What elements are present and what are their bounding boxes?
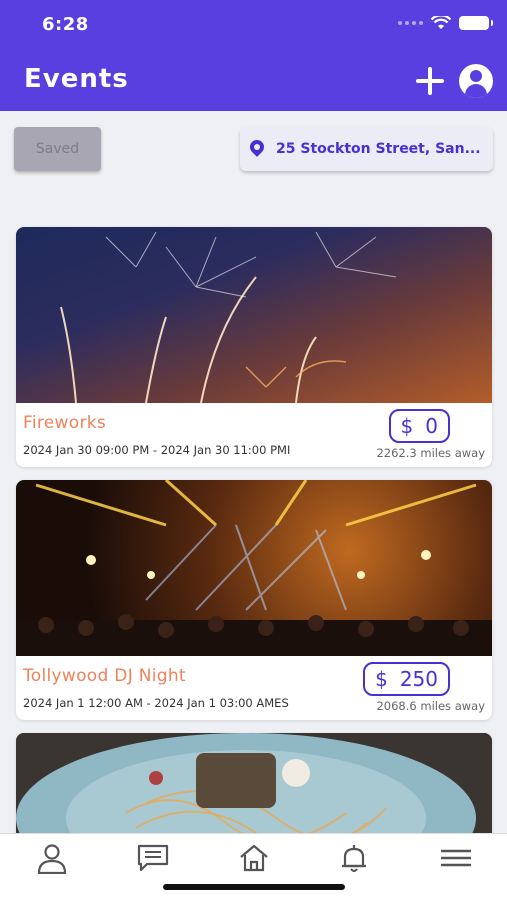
- location-text: 25 Stockton Street, San...: [276, 141, 481, 157]
- price-value: 0: [425, 414, 438, 438]
- profile-icon[interactable]: [34, 842, 70, 875]
- page-title: Events: [24, 64, 129, 94]
- currency-symbol: $: [375, 667, 388, 691]
- menu-icon[interactable]: [438, 842, 474, 874]
- battery-icon: [459, 16, 493, 30]
- chat-icon[interactable]: [135, 842, 171, 874]
- price-badge: $ 250: [363, 662, 450, 696]
- price-badge: $ 0: [388, 409, 450, 443]
- signal-icon: [398, 21, 423, 25]
- location-pin-icon: [247, 137, 267, 158]
- add-event-icon[interactable]: [415, 66, 445, 96]
- status-icons: [398, 16, 493, 30]
- wifi-icon: [431, 16, 451, 29]
- event-card[interactable]: [16, 733, 492, 843]
- price-value: 250: [399, 667, 438, 691]
- event-distance: 2262.3 miles away: [376, 446, 485, 460]
- event-distance: 2068.6 miles away: [376, 699, 485, 713]
- event-image: [16, 733, 492, 843]
- event-card[interactable]: Fireworks 2024 Jan 30 09:00 PM - 2024 Ja…: [16, 227, 492, 467]
- event-dates: 2024 Jan 30 09:00 PM - 2024 Jan 30 11:00…: [23, 443, 291, 457]
- account-icon[interactable]: [459, 64, 493, 98]
- event-title: Tollywood DJ Night: [23, 666, 186, 686]
- currency-symbol: $: [400, 414, 414, 438]
- location-button[interactable]: 25 Stockton Street, San...: [240, 127, 493, 171]
- home-indicator[interactable]: [163, 884, 345, 890]
- home-icon[interactable]: [236, 842, 272, 874]
- event-image: [16, 480, 492, 656]
- header-actions: [415, 64, 493, 98]
- event-image: [16, 227, 492, 403]
- bell-icon[interactable]: [336, 842, 372, 874]
- event-title: Fireworks: [23, 413, 107, 433]
- status-time: 6:28: [42, 14, 89, 35]
- app-header: 6:28 Events: [0, 0, 507, 111]
- event-card[interactable]: Tollywood DJ Night 2024 Jan 1 12:00 AM -…: [16, 480, 492, 720]
- event-dates: 2024 Jan 1 12:00 AM - 2024 Jan 1 03:00 A…: [23, 696, 289, 710]
- saved-button[interactable]: Saved: [14, 127, 101, 171]
